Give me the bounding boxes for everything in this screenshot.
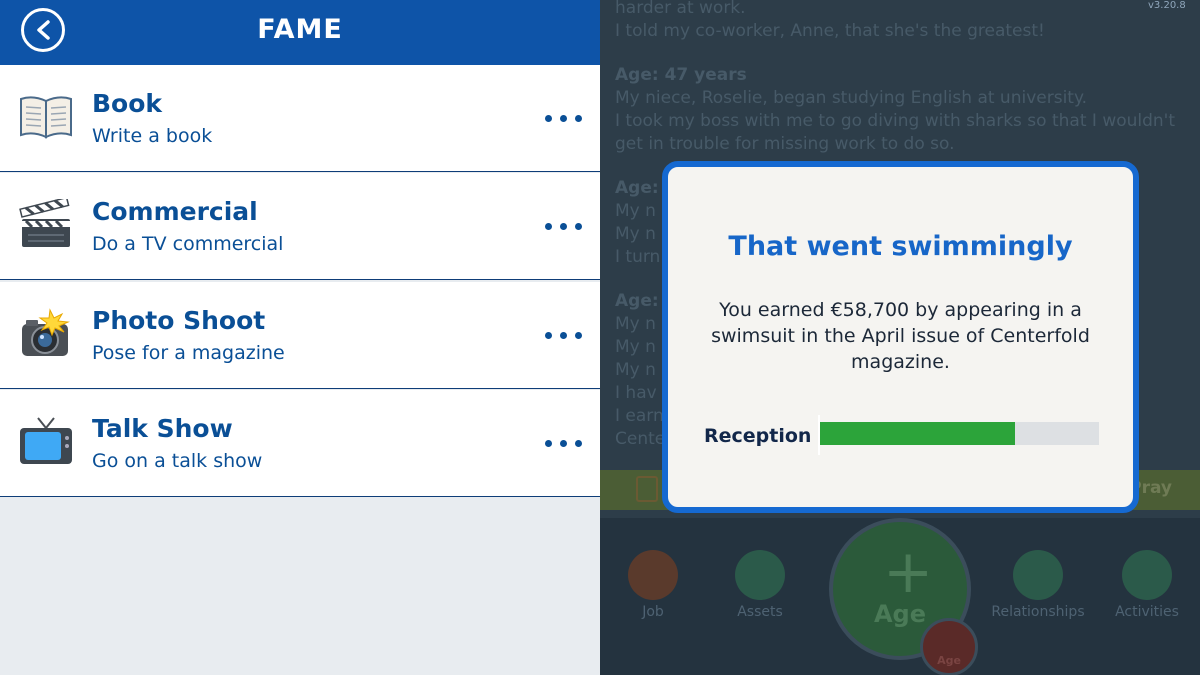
nav-label: Relationships xyxy=(991,604,1085,620)
log-line: My niece, Roselie, began studying Englis… xyxy=(615,88,1087,108)
reception-bar xyxy=(818,422,1099,445)
modal-message: You earned €58,700 by appearing in a swi… xyxy=(711,299,1090,373)
page-title: FAME xyxy=(257,14,343,45)
log-line: harder at work. xyxy=(615,0,746,18)
log-line: I took my boss with me to go diving with… xyxy=(615,111,1176,131)
nav-label: Assets xyxy=(737,604,783,620)
log-line: I told my co-worker, Anne, that she's th… xyxy=(615,21,1045,41)
activity-name: Photo Shoot xyxy=(92,306,266,335)
nav-label: Job xyxy=(642,604,664,620)
activity-description: Go on a talk show xyxy=(92,450,263,472)
activity-description: Write a book xyxy=(92,125,213,147)
gift-icon xyxy=(636,476,658,502)
nav-assets: Assets xyxy=(710,550,810,620)
activity-row-talk-show[interactable]: Talk Show Go on a talk show xyxy=(0,390,600,497)
reception-bar-cap xyxy=(818,415,820,455)
more-options-button[interactable] xyxy=(540,428,586,458)
activity-description: Pose for a magazine xyxy=(92,342,285,364)
nav-relationships: Relationships xyxy=(988,550,1088,620)
nav-label: Activities xyxy=(1115,604,1179,620)
log-line: get in trouble for missing work to do so… xyxy=(615,134,955,154)
briefcase-icon xyxy=(628,550,678,600)
activity-name: Book xyxy=(92,89,163,118)
activity-row-book[interactable]: Book Write a book xyxy=(0,65,600,172)
age-minus-button: Age xyxy=(920,618,978,675)
fame-panel: FAME Book Write a book Commercial Do a T… xyxy=(0,0,600,675)
heart-icon xyxy=(1013,550,1063,600)
television-icon xyxy=(18,416,74,468)
modal-title: That went swimmingly xyxy=(728,231,1073,262)
more-options-button[interactable] xyxy=(540,103,586,133)
plus-icon: + xyxy=(883,537,934,607)
header-bar: FAME xyxy=(0,0,600,65)
activity-description: Do a TV commercial xyxy=(92,233,284,255)
reception-bar-fill xyxy=(818,422,1015,445)
nav-activities: Activities xyxy=(1097,550,1197,620)
book-icon xyxy=(18,91,74,143)
nav-job: Job xyxy=(603,550,703,620)
clapperboard-icon xyxy=(18,196,74,251)
ellipsis-icon xyxy=(1122,550,1172,600)
result-modal[interactable]: That went swimmingly You earned €58,700 … xyxy=(662,161,1139,513)
camera-flash-icon xyxy=(18,308,74,360)
money-bag-icon xyxy=(735,550,785,600)
more-options-button[interactable] xyxy=(540,320,586,350)
activity-name: Talk Show xyxy=(92,414,233,443)
activity-row-photo-shoot[interactable]: Photo Shoot Pose for a magazine xyxy=(0,282,600,389)
activity-name: Commercial xyxy=(92,197,258,226)
log-age-header: Age: 47 years xyxy=(615,65,747,85)
reception-label: Reception xyxy=(704,425,812,447)
activity-row-commercial[interactable]: Commercial Do a TV commercial xyxy=(0,173,600,280)
bottom-nav: Job Assets + Age Age Relationships Activ… xyxy=(600,518,1200,675)
age-small-label: Age xyxy=(937,654,961,667)
more-options-button[interactable] xyxy=(540,211,586,241)
